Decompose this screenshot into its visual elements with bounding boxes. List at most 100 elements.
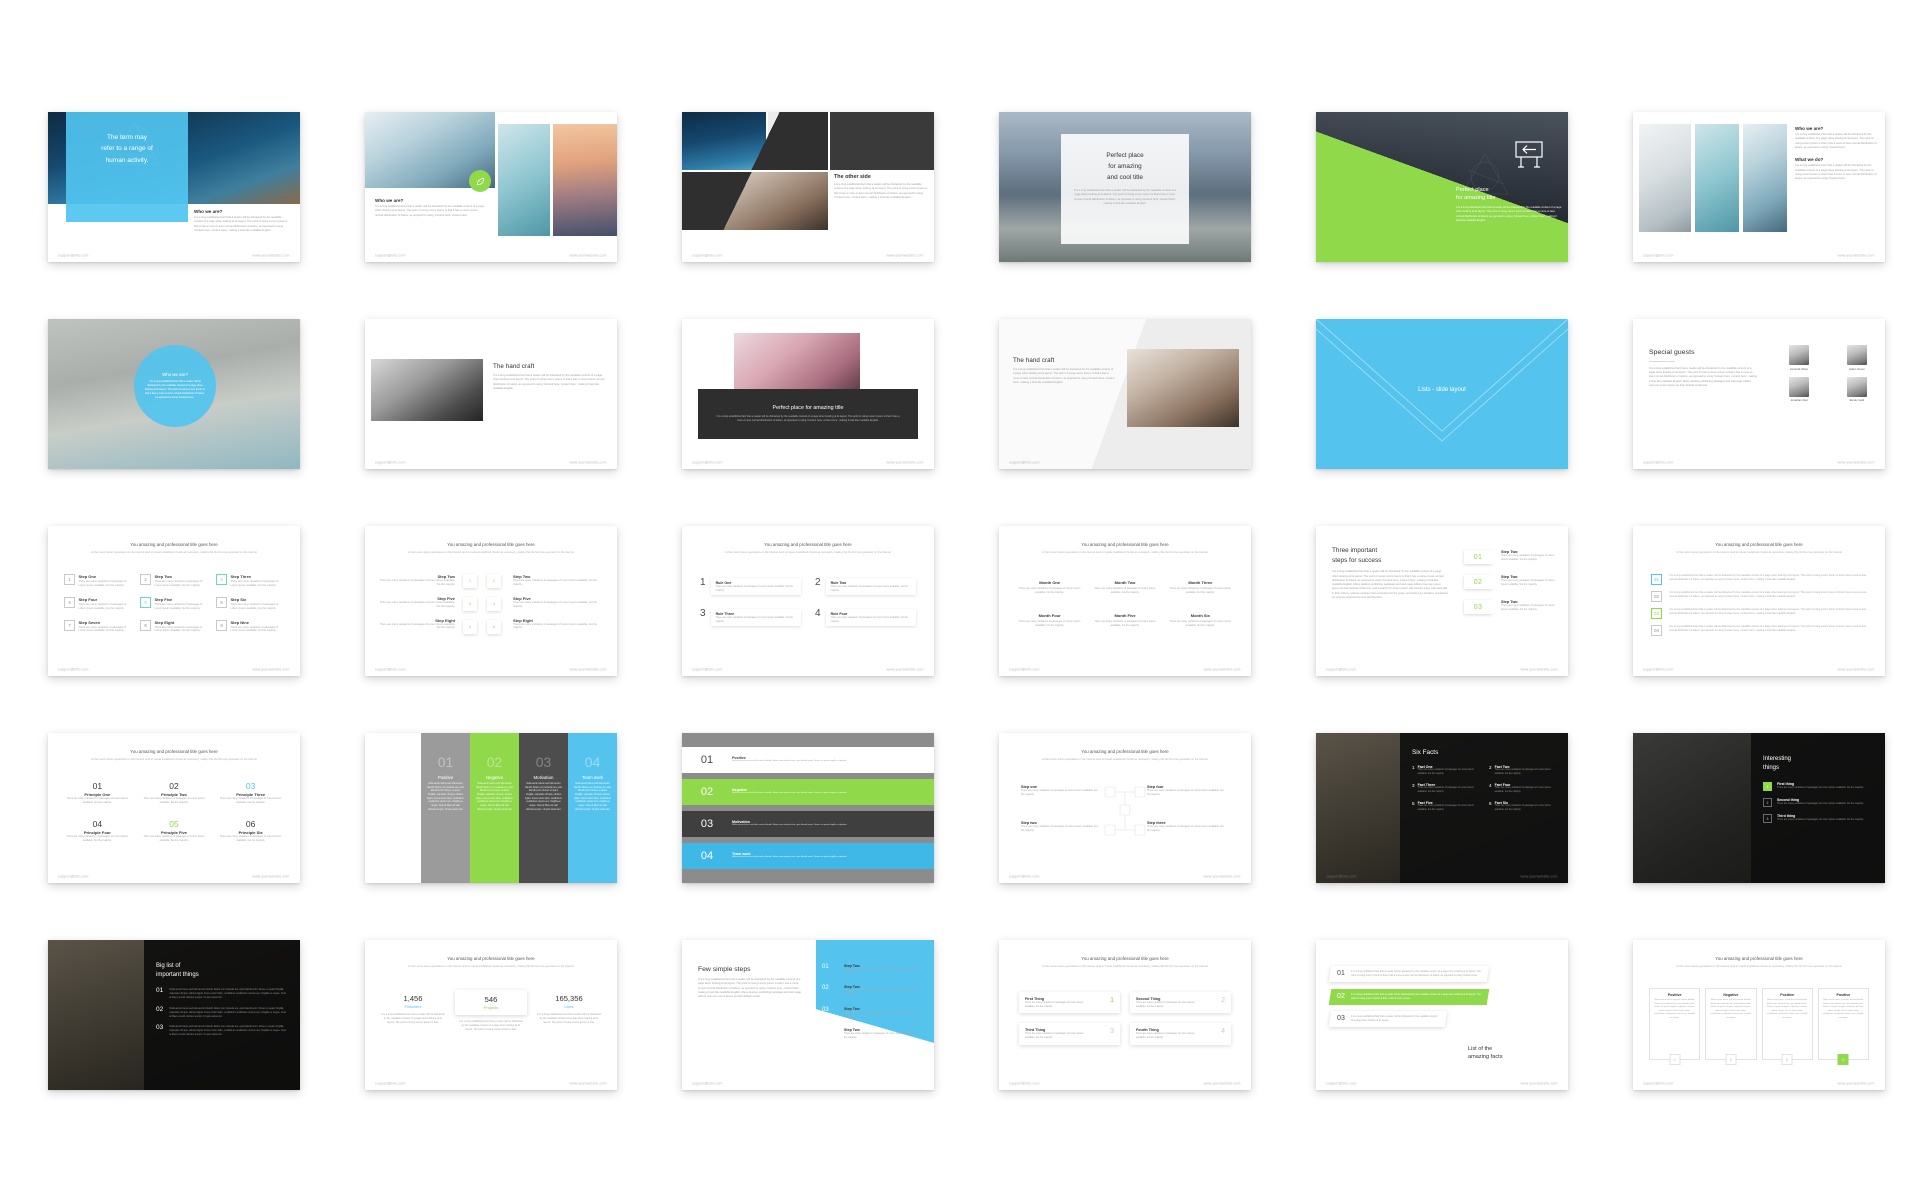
slide-20-four-color-columns[interactable]: 01 Positive Nulla auctor lacus sed felis… xyxy=(365,733,617,883)
slide-16-six-months[interactable]: You amazing and professional title goes … xyxy=(999,526,1251,676)
chip[interactable]: 5 xyxy=(463,620,477,634)
numbered-row[interactable]: 02 It is a long established fact that a … xyxy=(1651,591,1867,602)
guest-card[interactable]: Emely Gold xyxy=(1833,376,1881,402)
slide-23-six-facts[interactable]: Six Facts 1 Fact One There are many variat… xyxy=(1316,733,1568,883)
slide-2-two-photo-badge[interactable]: Who we are? It is a long established fac… xyxy=(365,112,617,262)
bordered-column[interactable]: Positive Nulla auctor lacus sed felis au… xyxy=(1649,988,1701,1065)
thing-item[interactable]: 1 First thing There are many variations o… xyxy=(1763,782,1873,792)
flow-node-step-two[interactable]: Step two There are many variations of pa… xyxy=(1021,821,1101,833)
thing-card[interactable]: First Thing There are many variations of … xyxy=(1019,992,1120,1014)
principle-item[interactable]: 03 Principle Three There are many variatio… xyxy=(217,781,284,805)
chip[interactable]: 2 xyxy=(487,574,501,588)
fact-item[interactable]: 3 Fact Three There are many variations of … xyxy=(1412,783,1479,794)
month-item[interactable]: Month Two There are many variations of pa… xyxy=(1092,580,1157,595)
thing-item[interactable]: 3 Third thing There are many variations o… xyxy=(1763,814,1873,824)
stat-followers[interactable]: 1,456 Followers It is a long established… xyxy=(377,990,449,1032)
slide-28-four-thing-cards[interactable]: You amazing and professional title goes … xyxy=(999,940,1251,1090)
simple-step-item[interactable]: 01 Step Two There are many variations of … xyxy=(822,964,918,975)
principle-item[interactable]: 01 Principle One There are many variations… xyxy=(64,781,131,805)
slide-12-special-guests[interactable]: Special guests It is a long established … xyxy=(1633,319,1885,469)
slide-9-rose-dark-banner[interactable]: Perfect place for amazing title It is a … xyxy=(682,319,934,469)
slide-11-lists-section-divider[interactable]: Lists - slide layout xyxy=(1316,319,1568,469)
simple-step-item[interactable]: 02 Step Two There are many variations of … xyxy=(822,985,918,996)
stat-likes[interactable]: 165,356 Likes It is a long established f… xyxy=(533,990,605,1032)
step-item[interactable]: 2 Step Two There are many variations of pa… xyxy=(140,574,208,588)
column-positive[interactable]: 01 Positive Nulla auctor lacus sed felis… xyxy=(421,733,470,883)
step-item[interactable]: 7 Step Seven There are many variations of … xyxy=(64,619,132,634)
slide-3-collage-other-side[interactable]: The other side It is a long established … xyxy=(682,112,934,262)
slide-10-handcraft-right-photo[interactable]: The hand craft It is a long established … xyxy=(999,319,1251,469)
slide-13-nine-steps[interactable]: You amazing and professional title goes … xyxy=(48,526,300,676)
fact-row[interactable]: 01 It is a long established fact that a … xyxy=(1328,966,1490,982)
chip[interactable]: 4 xyxy=(487,597,501,611)
slide-24-interesting-things[interactable]: Interesting things 1 First thing There ar… xyxy=(1633,733,1885,883)
thing-card[interactable]: Third Thing There are many variations of … xyxy=(1019,1023,1120,1045)
row-motivation[interactable]: 03 Motivation Nulla auctor lacus sed feli… xyxy=(682,811,934,837)
numbered-row[interactable]: 01 It is a long established fact that a … xyxy=(1651,574,1867,585)
arrow-step-item[interactable]: 02 Step Two There are many variations of … xyxy=(1464,575,1555,589)
thing-card[interactable]: Second Thing There are many variations of… xyxy=(1130,992,1231,1014)
big-list-item[interactable]: 03 Nulla auctor lacus sed felis auctor b… xyxy=(156,1025,288,1037)
principle-item[interactable]: 05 Principle Five There are many variation… xyxy=(141,819,208,843)
arrow-step-item[interactable]: 01 Step Two There are many variations of … xyxy=(1464,550,1555,564)
step-item[interactable]: 6 Step Six There are many variations of pa… xyxy=(216,596,284,611)
principle-item[interactable]: 04 Principle Four There are many variation… xyxy=(64,819,131,843)
rule-item[interactable]: 3 Rule Three There are many variations o… xyxy=(700,609,801,627)
big-list-item[interactable]: 02 Nulla auctor lacus sed felis auctor b… xyxy=(156,1006,288,1019)
flow-node-step-four[interactable]: Step four There are many variations of p… xyxy=(1147,785,1227,797)
month-item[interactable]: Month One There are many variations of pa… xyxy=(1017,580,1082,595)
fact-item[interactable]: 5 Fact Five There are many variations of p… xyxy=(1412,801,1479,812)
step-item[interactable]: 1 Step One There are many variations of pa… xyxy=(64,574,132,588)
row-negative[interactable]: 02 Negative Nulla auctor lacus sed felis … xyxy=(682,779,934,805)
slide-21-four-color-rows[interactable]: 01 Positive Nulla auctor lacus sed felis … xyxy=(682,733,934,883)
step-item[interactable]: 5 Step Five There are many variations of p… xyxy=(140,596,208,611)
month-item[interactable]: Month Six There are many variations of pa… xyxy=(1168,613,1233,628)
flow-node-step-one[interactable]: Step one There are many variations of pa… xyxy=(1021,785,1101,797)
chip[interactable]: 6 xyxy=(487,620,501,634)
row-teamwork[interactable]: 04 Team work Nulla auctor lacus sed felis… xyxy=(682,843,934,869)
chip[interactable]: 1 xyxy=(463,574,477,588)
numbered-row[interactable]: 03 It is a long established fact that a … xyxy=(1651,608,1867,619)
fact-item[interactable]: 2 Fact Two There are many variations of pa… xyxy=(1489,765,1556,776)
column-negative[interactable]: 02 Negative Nulla auctor lacus sed felis… xyxy=(470,733,519,883)
chip[interactable]: 3 xyxy=(463,597,477,611)
fact-item[interactable]: 1 Fact One There are many variations of pa… xyxy=(1412,765,1479,776)
slide-19-six-principles[interactable]: You amazing and professional title goes … xyxy=(48,733,300,883)
column-motivation[interactable]: 03 Motivation Nulla auctor lacus sed fel… xyxy=(519,733,568,883)
slide-5-green-diagonal-city[interactable]: Perfect place for amazing title It is a … xyxy=(1316,112,1568,262)
slide-18-numbered-rows[interactable]: You amazing and professional title goes … xyxy=(1633,526,1885,676)
slide-14-chips-two-columns[interactable]: You amazing and professional title goes … xyxy=(365,526,617,676)
month-item[interactable]: Month Four There are many variations of p… xyxy=(1017,613,1082,628)
fact-item[interactable]: 4 Fact Four There are many variations of p… xyxy=(1489,783,1556,794)
principle-item[interactable]: 02 Principle Two There are many variations… xyxy=(141,781,208,805)
arrow-step-item[interactable]: 03 Step Two There are many variations of … xyxy=(1464,600,1555,614)
numbered-row[interactable]: 04 It is a long established fact that a … xyxy=(1651,625,1867,636)
step-item[interactable]: 4 Step Four There are many variations of p… xyxy=(64,596,132,611)
guest-card[interactable]: Adam Green xyxy=(1833,345,1881,371)
bordered-column[interactable]: Positive Nulla auctor lacus sed felis au… xyxy=(1761,988,1813,1065)
thing-card[interactable]: Fourth Thing There are many variations of… xyxy=(1130,1023,1231,1045)
bordered-column[interactable]: Positive Nulla auctor lacus sed felis au… xyxy=(1817,988,1869,1065)
column-teamwork[interactable]: 04 Team work Nulla auctor lacus sed feli… xyxy=(568,733,617,883)
guest-card[interactable]: Jonathan Red xyxy=(1775,376,1823,402)
slide-17-three-important-steps[interactable]: Three important steps for success It is … xyxy=(1316,526,1568,676)
month-item[interactable]: Month Five There are many variations of p… xyxy=(1092,613,1157,628)
slide-22-flow-diagram[interactable]: You amazing and professional title goes … xyxy=(999,733,1251,883)
fact-row[interactable]: 03 It is a long established fact that a … xyxy=(1328,1011,1448,1028)
slide-8-handcraft-left-photo[interactable]: The hand craft It is a long established … xyxy=(365,319,617,469)
slide-15-four-rules[interactable]: You amazing and professional title goes … xyxy=(682,526,934,676)
slide-30-four-bordered-columns[interactable]: You amazing and professional title goes … xyxy=(1633,940,1885,1090)
slide-6-three-photos-two-columns[interactable]: Who we are? It is a long established fac… xyxy=(1633,112,1885,262)
principle-item[interactable]: 06 Principle Six There are many variations… xyxy=(217,819,284,843)
stat-projects[interactable]: 546 Projects It is a long established fa… xyxy=(455,990,527,1032)
slide-29-list-amazing-facts[interactable]: 01 It is a long established fact that a … xyxy=(1316,940,1568,1090)
fact-row[interactable]: 02 It is a long established fact that a … xyxy=(1328,988,1490,1005)
slide-7-aerial-circle[interactable]: Who we are? It is a long established fac… xyxy=(48,319,300,469)
flow-node-step-three[interactable]: Step three There are many variations of … xyxy=(1147,821,1227,833)
rule-item[interactable]: 1 Rule One There are many variations of … xyxy=(700,578,801,596)
thing-item[interactable]: 2 Second thing There are many variations … xyxy=(1763,798,1873,808)
simple-step-item[interactable]: 03 Step Two There are many variations of … xyxy=(822,1007,918,1018)
step-item[interactable]: 8 Step Eight There are many variations of … xyxy=(140,619,208,634)
step-item[interactable]: 9 Step Nine There are many variations of p… xyxy=(216,619,284,634)
slide-1-title-blue-overlay[interactable]: The term may refer to a range of human a… xyxy=(48,112,300,262)
